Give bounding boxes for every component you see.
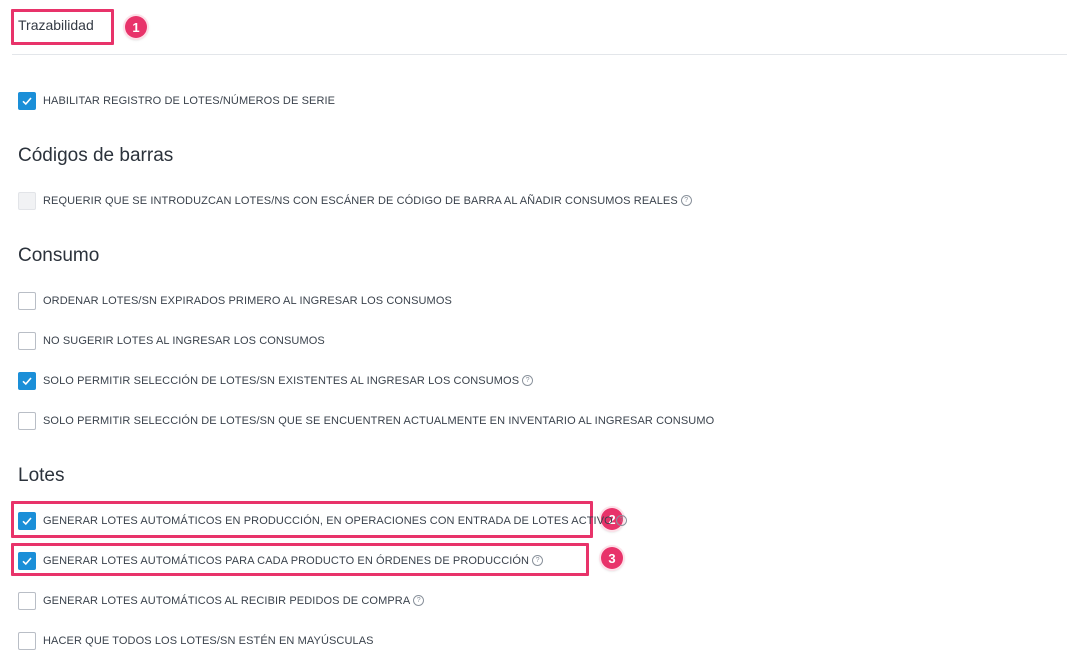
option-auto-lots-per-product[interactable]: GENERAR LOTES AUTOMÁTICOS PARA CADA PROD… xyxy=(18,551,544,571)
help-circle-icon[interactable]: ? xyxy=(532,554,544,566)
option-label: REQUERIR QUE SE INTRODUZCAN LOTES/NS CON… xyxy=(43,194,692,207)
option-enable-lot-tracking[interactable]: HABILITAR REGISTRO DE LOTES/NÚMEROS DE S… xyxy=(18,91,335,111)
option-label: GENERAR LOTES AUTOMÁTICOS AL RECIBIR PED… xyxy=(43,594,425,607)
option-label: HACER QUE TODOS LOS LOTES/SN ESTÉN EN MA… xyxy=(43,635,374,647)
checkbox-uppercase-lots[interactable] xyxy=(18,632,36,650)
highlight-box-1 xyxy=(11,9,114,45)
checkbox-sort-expired-first[interactable] xyxy=(18,292,36,310)
help-circle-icon[interactable]: ? xyxy=(680,194,692,206)
option-label: ORDENAR LOTES/SN EXPIRADOS PRIMERO AL IN… xyxy=(43,295,452,307)
option-auto-lots-operations[interactable]: GENERAR LOTES AUTOMÁTICOS EN PRODUCCIÓN,… xyxy=(18,511,627,531)
check-icon xyxy=(22,97,32,106)
checkbox-require-barcode-scan xyxy=(18,192,36,210)
option-label: GENERAR LOTES AUTOMÁTICOS EN PRODUCCIÓN,… xyxy=(43,514,627,527)
help-circle-icon[interactable]: ? xyxy=(413,594,425,606)
check-icon xyxy=(22,377,32,386)
option-label: GENERAR LOTES AUTOMÁTICOS PARA CADA PROD… xyxy=(43,554,544,567)
option-label: SOLO PERMITIR SELECCIÓN DE LOTES/SN EXIS… xyxy=(43,374,534,387)
option-label: NO SUGERIR LOTES AL INGRESAR LOS CONSUMO… xyxy=(43,335,325,347)
option-only-in-stock-lots[interactable]: SOLO PERMITIR SELECCIÓN DE LOTES/SN QUE … xyxy=(18,411,714,431)
checkbox-only-in-stock-lots[interactable] xyxy=(18,412,36,430)
header-divider xyxy=(12,54,1067,55)
section-title-lots: Lotes xyxy=(18,465,65,486)
option-require-barcode-scan[interactable]: REQUERIR QUE SE INTRODUZCAN LOTES/NS CON… xyxy=(18,191,692,211)
checkbox-enable-lot-tracking[interactable] xyxy=(18,92,36,110)
checkbox-auto-lots-operations[interactable] xyxy=(18,512,36,530)
option-only-existing-lots[interactable]: SOLO PERMITIR SELECCIÓN DE LOTES/SN EXIS… xyxy=(18,371,534,391)
checkbox-auto-lots-per-product[interactable] xyxy=(18,552,36,570)
section-title-consumption: Consumo xyxy=(18,245,100,266)
option-sort-expired-first[interactable]: ORDENAR LOTES/SN EXPIRADOS PRIMERO AL IN… xyxy=(18,291,452,311)
checkbox-only-existing-lots[interactable] xyxy=(18,372,36,390)
option-no-suggest-lots[interactable]: NO SUGERIR LOTES AL INGRESAR LOS CONSUMO… xyxy=(18,331,325,351)
option-auto-lots-purchase-orders[interactable]: GENERAR LOTES AUTOMÁTICOS AL RECIBIR PED… xyxy=(18,591,425,611)
option-label: HABILITAR REGISTRO DE LOTES/NÚMEROS DE S… xyxy=(43,95,336,107)
help-circle-icon[interactable]: ? xyxy=(522,374,534,386)
callout-badge-1: 1 xyxy=(125,16,147,38)
option-label: SOLO PERMITIR SELECCIÓN DE LOTES/SN QUE … xyxy=(43,415,715,427)
checkbox-auto-lots-purchase-orders[interactable] xyxy=(18,592,36,610)
help-circle-icon[interactable]: ? xyxy=(615,514,627,526)
check-icon xyxy=(22,557,32,566)
checkbox-no-suggest-lots[interactable] xyxy=(18,332,36,350)
section-title-barcodes: Códigos de barras xyxy=(18,145,174,166)
check-icon xyxy=(22,517,32,526)
option-uppercase-lots[interactable]: HACER QUE TODOS LOS LOTES/SN ESTÉN EN MA… xyxy=(18,631,374,651)
callout-badge-3: 3 xyxy=(601,547,623,569)
